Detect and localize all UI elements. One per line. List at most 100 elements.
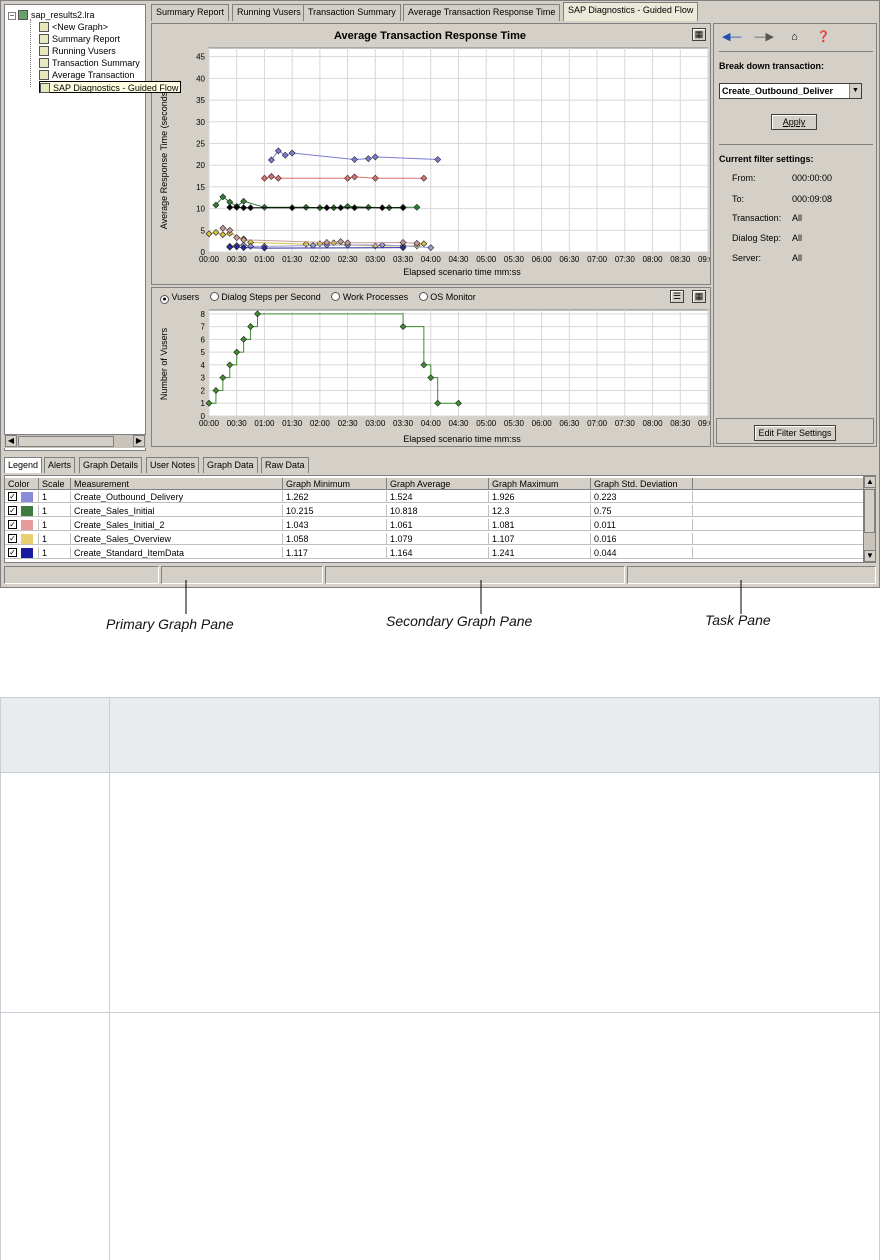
chevron-down-icon[interactable]: ▼ — [849, 84, 861, 98]
measurement-cell: Create_Standard_ItemData — [71, 547, 283, 559]
callout-task-pane: Task Pane — [705, 612, 771, 628]
tab-alerts[interactable]: Alerts — [44, 457, 76, 473]
tree-scrollbar[interactable]: ◀ ▶ — [4, 434, 146, 448]
report-icon — [39, 34, 49, 44]
column-header-std[interactable]: Graph Std. Deviation — [591, 478, 693, 490]
scroll-up-icon[interactable]: ▲ — [864, 476, 875, 488]
max-cell: 12.3 — [489, 505, 591, 517]
x-tick-label: 06:30 — [559, 255, 580, 264]
visibility-checkbox[interactable]: ✓ — [8, 492, 17, 501]
scale-cell: 1 — [39, 491, 71, 503]
collapse-icon[interactable]: − — [8, 12, 16, 20]
visibility-checkbox[interactable]: ✓ — [8, 548, 17, 557]
visibility-checkbox[interactable]: ✓ — [8, 520, 17, 529]
legend-scrollbar[interactable]: ▲ ▼ — [863, 476, 875, 562]
primary-y-label: Average Response Time (seconds) — [159, 89, 169, 229]
visibility-checkbox[interactable]: ✓ — [8, 534, 17, 543]
x-tick-label: 05:00 — [476, 419, 497, 428]
table-row[interactable]: ✓ 1 Create_Sales_Overview 1.058 1.079 1.107 0.… — [5, 533, 865, 545]
table-row[interactable]: ✓ 1 Create_Outbound_Delivery 1.262 1.524 1.92… — [5, 491, 865, 503]
tree-item-average-transaction[interactable]: Average Transaction — [39, 69, 134, 81]
radio-icon — [331, 292, 341, 301]
max-cell: 1.926 — [489, 491, 591, 503]
color-swatch[interactable] — [21, 506, 33, 516]
back-arrow-icon[interactable]: ◀— — [722, 31, 741, 43]
y-tick-label: 40 — [196, 74, 205, 83]
radio-work-processes[interactable]: Work Processes — [331, 292, 408, 302]
scroll-thumb[interactable] — [864, 489, 875, 533]
avg-cell: 10.818 — [387, 505, 489, 517]
color-swatch[interactable] — [21, 520, 33, 530]
scroll-left-icon[interactable]: ◀ — [5, 435, 17, 447]
x-tick-label: 08:30 — [670, 419, 691, 428]
x-tick-label: 02:30 — [338, 255, 359, 264]
scroll-right-icon[interactable]: ▶ — [133, 435, 145, 447]
graph-display-options-icon[interactable]: ▦ — [692, 290, 706, 303]
edit-filter-settings-button[interactable]: Edit Filter Settings — [754, 425, 836, 441]
tree-item-transaction-summary[interactable]: Transaction Summary — [39, 57, 140, 69]
y-tick-label: 30 — [196, 118, 205, 127]
measurement-cell: Create_Sales_Initial — [71, 505, 283, 517]
measurement-cell: Create_Outbound_Delivery — [71, 491, 283, 503]
tree-item-new-graph[interactable]: <New Graph> — [39, 21, 108, 33]
radio-vusers[interactable]: ● Vusers — [160, 292, 199, 304]
secondary-y-label: Number of Vusers — [159, 327, 169, 400]
breakdown-transaction-select[interactable]: Create_Outbound_Deliver ▼ — [719, 83, 862, 99]
visibility-checkbox[interactable]: ✓ — [8, 506, 17, 515]
legend-toggle-icon[interactable]: ☰ — [670, 290, 684, 303]
column-header-max[interactable]: Graph Maximum — [489, 478, 591, 490]
tab-summary-report[interactable]: Summary Report — [151, 4, 230, 21]
color-cell: ✓ — [5, 491, 39, 503]
filter-transaction-value: All — [792, 213, 803, 223]
tab-transaction-summary[interactable]: Transaction Summary — [303, 4, 401, 21]
color-cell: ✓ — [5, 533, 39, 545]
tab-graph-details[interactable]: Graph Details — [79, 457, 143, 473]
color-swatch[interactable] — [21, 548, 33, 558]
column-header-measurement[interactable]: Measurement — [71, 478, 283, 490]
radio-os-monitor[interactable]: OS Monitor — [418, 292, 476, 302]
table-row[interactable]: ✓ 1 Create_Sales_Initial_2 1.043 1.061 1.081 0… — [5, 519, 865, 531]
scroll-down-icon[interactable]: ▼ — [864, 550, 875, 562]
column-header-avg[interactable]: Graph Average — [387, 478, 489, 490]
y-tick-label: 45 — [196, 53, 205, 62]
apply-button[interactable]: Apply — [771, 114, 817, 130]
column-header-scale[interactable]: Scale — [39, 478, 71, 490]
tree-root[interactable]: − sap_results2.lra — [8, 9, 95, 21]
graph-display-options-icon[interactable]: ▦ — [692, 28, 706, 41]
tab-graph-data[interactable]: Graph Data — [203, 457, 258, 473]
tree-item-running-vusers[interactable]: Running Vusers — [39, 45, 116, 57]
color-swatch[interactable] — [21, 534, 33, 544]
tab-user-notes[interactable]: User Notes — [146, 457, 200, 473]
std-cell: 0.223 — [591, 491, 693, 503]
tab-sap-diagnostics[interactable]: SAP Diagnostics - Guided Flow — [563, 2, 699, 21]
radio-dialog-steps[interactable]: Dialog Steps per Second — [209, 292, 321, 302]
tab-running-vusers[interactable]: Running Vusers — [232, 4, 306, 21]
graph-icon — [40, 83, 50, 93]
filler-cell — [693, 491, 865, 503]
tree-item-summary-report[interactable]: Summary Report — [39, 33, 120, 45]
primary-chart[interactable]: Average Transaction Response Time Averag… — [152, 24, 710, 284]
scroll-thumb[interactable] — [18, 436, 114, 447]
secondary-chart[interactable]: Number of Vusers Elapsed scenario time m… — [152, 306, 710, 446]
column-header-color[interactable]: Color — [5, 478, 39, 490]
filter-dialog-step-value: All — [792, 233, 803, 243]
home-icon[interactable]: ⌂ — [791, 31, 798, 43]
tab-average-transaction-response-time[interactable]: Average Transaction Response Time — [403, 4, 561, 21]
color-swatch[interactable] — [21, 492, 33, 502]
callout-secondary-graph-pane: Secondary Graph Pane — [386, 613, 533, 629]
y-tick-label: 5 — [201, 348, 206, 357]
tab-raw-data[interactable]: Raw Data — [261, 457, 309, 473]
tree-item-sap-diagnostics[interactable]: SAP Diagnostics - Guided Flow — [39, 81, 182, 93]
y-tick-label: 25 — [196, 139, 205, 148]
column-header-filler — [693, 478, 865, 490]
session-icon — [18, 10, 28, 20]
table-row[interactable]: ✓ 1 Create_Sales_Initial 10.215 10.818 12.3 0.… — [5, 505, 865, 517]
x-tick-label: 00:30 — [227, 419, 248, 428]
column-header-min[interactable]: Graph Minimum — [283, 478, 387, 490]
tab-legend[interactable]: Legend — [4, 457, 43, 473]
radio-icon — [418, 292, 428, 301]
forward-arrow-icon[interactable]: —▶ — [755, 31, 774, 43]
filler-cell — [693, 519, 865, 531]
help-icon[interactable]: ❓ — [817, 31, 831, 43]
table-row[interactable]: ✓ 1 Create_Standard_ItemData 1.117 1.164 1.24… — [5, 547, 865, 559]
